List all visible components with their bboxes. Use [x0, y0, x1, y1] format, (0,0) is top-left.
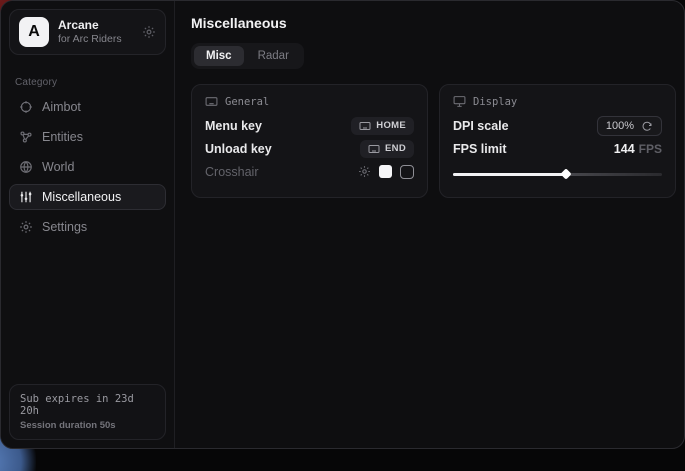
fps-limit-value: 144	[614, 142, 635, 156]
refresh-icon[interactable]	[641, 120, 653, 132]
app-header-card: A Arcane for Arc Riders	[9, 9, 166, 55]
sidebar-item-entities[interactable]: Entities	[9, 124, 166, 150]
dpi-scale-label: DPI scale	[453, 119, 509, 133]
app-title: Arcane	[58, 18, 133, 33]
menu-key-row: Menu key HOME	[205, 114, 414, 137]
fps-limit-value-group: 144 FPS	[614, 140, 662, 158]
dpi-scale-row: DPI scale 100%	[453, 114, 662, 137]
crosshair-checkbox[interactable]	[400, 165, 414, 179]
sidebar: A Arcane for Arc Riders Category Aimbot	[1, 1, 175, 448]
keyboard-icon	[205, 95, 218, 108]
fps-limit-row: FPS limit 144 FPS	[453, 137, 662, 160]
tab-radar[interactable]: Radar	[246, 46, 301, 66]
settings-cards: General Menu key HOME Unload key	[191, 84, 676, 198]
unload-key-label: Unload key	[205, 142, 272, 156]
unload-key-bind-button[interactable]: END	[360, 140, 414, 158]
globe-icon	[19, 160, 33, 174]
crosshair-color-swatch[interactable]	[379, 165, 392, 178]
app-window: A Arcane for Arc Riders Category Aimbot	[0, 0, 685, 449]
category-label: Category	[15, 77, 160, 88]
entities-icon	[19, 130, 33, 144]
fps-limit-slider[interactable]	[453, 170, 662, 178]
crosshair-label: Crosshair	[205, 165, 259, 179]
sidebar-item-world[interactable]: World	[9, 154, 166, 180]
tab-misc[interactable]: Misc	[194, 46, 244, 66]
crosshair-row: Crosshair	[205, 160, 414, 183]
general-card: General Menu key HOME Unload key	[191, 84, 428, 198]
general-card-header: General	[205, 95, 414, 108]
slider-fill	[453, 173, 566, 177]
general-card-title: General	[225, 96, 269, 108]
dpi-scale-control[interactable]: 100%	[597, 116, 662, 136]
keyboard-icon	[359, 120, 371, 132]
display-card-title: Display	[473, 96, 517, 108]
fps-limit-label: FPS limit	[453, 142, 506, 156]
gear-icon[interactable]	[142, 25, 156, 39]
sidebar-item-label: World	[42, 160, 74, 174]
sidebar-item-miscellaneous[interactable]: Miscellaneous	[9, 184, 166, 210]
app-logo: A	[19, 17, 49, 47]
gear-icon	[19, 220, 33, 234]
unload-key-value: END	[385, 143, 406, 154]
dpi-scale-value: 100%	[606, 120, 634, 132]
app-header-text: Arcane for Arc Riders	[58, 18, 133, 46]
sidebar-item-label: Settings	[42, 220, 87, 234]
subscription-info-card: Sub expires in 23d 20h Session duration …	[9, 384, 166, 440]
sidebar-item-settings[interactable]: Settings	[9, 214, 166, 240]
main-content: Miscellaneous Misc Radar General Menu ke…	[175, 1, 685, 448]
crosshair-controls	[358, 165, 414, 179]
menu-key-bind-button[interactable]: HOME	[351, 117, 414, 135]
sidebar-nav: Aimbot Entities World Miscellaneous	[1, 94, 174, 240]
sub-expiry-text: Sub expires in 23d 20h	[20, 393, 155, 417]
sliders-icon	[19, 190, 33, 204]
display-card: Display DPI scale 100% FPS limit 144 FPS	[439, 84, 676, 198]
display-card-header: Display	[453, 95, 662, 108]
sidebar-item-label: Entities	[42, 130, 83, 144]
menu-key-value: HOME	[376, 120, 406, 131]
gear-icon[interactable]	[358, 165, 371, 178]
session-duration-text: Session duration 50s	[20, 420, 155, 431]
slider-thumb[interactable]	[560, 168, 571, 179]
tab-bar: Misc Radar	[191, 43, 304, 69]
fps-limit-unit: FPS	[639, 142, 662, 156]
crosshair-icon	[19, 100, 33, 114]
app-subtitle: for Arc Riders	[58, 33, 133, 46]
keyboard-icon	[368, 143, 380, 155]
sidebar-item-label: Miscellaneous	[42, 190, 121, 204]
sidebar-item-label: Aimbot	[42, 100, 81, 114]
page-title: Miscellaneous	[191, 15, 676, 31]
monitor-icon	[453, 95, 466, 108]
sidebar-item-aimbot[interactable]: Aimbot	[9, 94, 166, 120]
menu-key-label: Menu key	[205, 119, 262, 133]
unload-key-row: Unload key END	[205, 137, 414, 160]
